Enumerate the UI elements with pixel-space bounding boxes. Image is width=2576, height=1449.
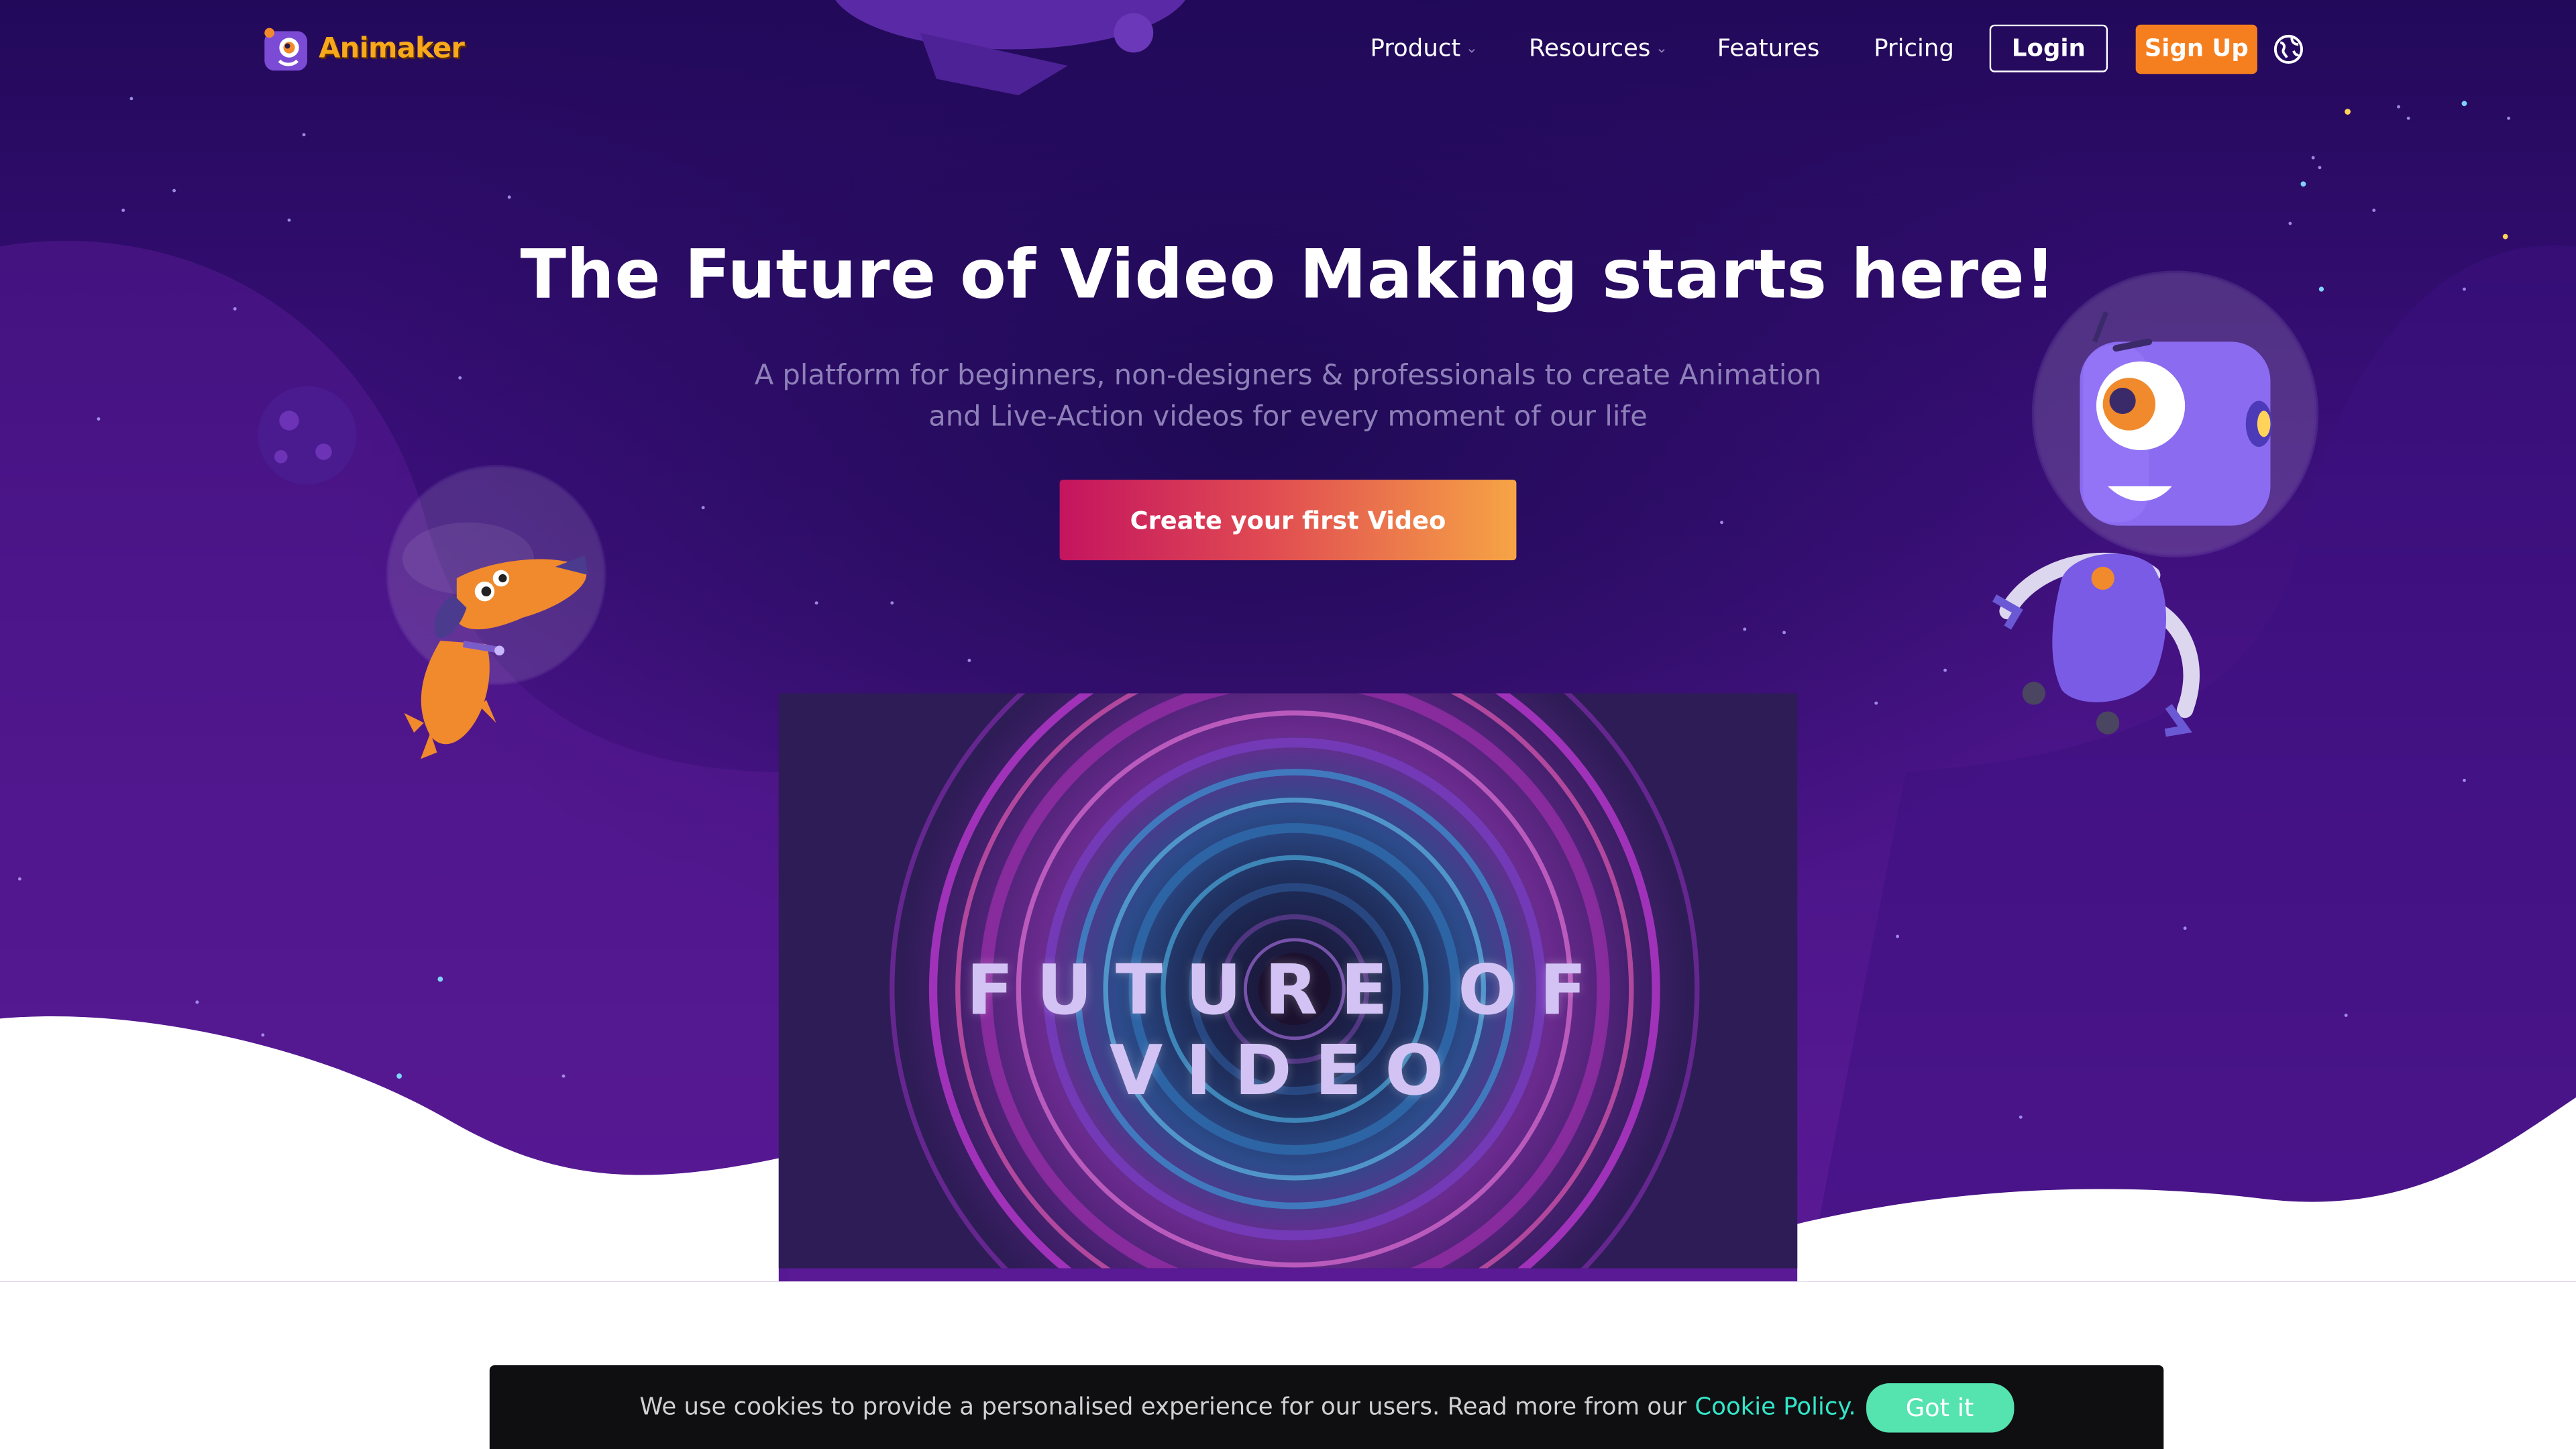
login-button[interactable]: Login	[1989, 24, 2108, 72]
brand-name: Animaker	[319, 32, 465, 66]
signup-button[interactable]: Sign Up	[2135, 24, 2257, 74]
page-subtitle: A platform for beginners, non-designers …	[713, 356, 1863, 438]
create-video-button[interactable]: Create your first Video	[1059, 480, 1517, 561]
cookie-message: We use cookies to provide a personalised…	[639, 1393, 1687, 1421]
cookie-banner: We use cookies to provide a personalised…	[489, 1365, 2164, 1449]
nav-item-product[interactable]: Product ⌄	[1370, 36, 1478, 62]
nav-item-label: Product	[1370, 36, 1461, 63]
page-title: The Future of Video Making starts here!	[520, 235, 2056, 314]
subtitle-line-2: and Live-Action videos for every moment …	[928, 400, 1648, 434]
video-overlay-title: FUTURE OF VIDEO	[966, 949, 1610, 1111]
cookie-policy-link[interactable]: Cookie Policy.	[1695, 1394, 1856, 1420]
top-planet-icon	[835, 0, 1185, 96]
nav-item-label: Pricing	[1874, 36, 1954, 63]
subtitle-line-1: A platform for beginners, non-designers …	[754, 360, 1822, 393]
small-planet-icon	[258, 386, 357, 485]
chevron-down-icon: ⌄	[1465, 41, 1479, 58]
nav-item-label: Features	[1717, 36, 1820, 63]
nav-item-features[interactable]: Features	[1717, 36, 1820, 62]
globe-icon[interactable]	[2272, 33, 2305, 66]
accept-cookies-button[interactable]: Got it	[1866, 1382, 2014, 1432]
brand-logo[interactable]: Animaker	[260, 23, 465, 75]
main-nav: Product ⌄ Resources ⌄ Features Pricing	[1370, 23, 1953, 75]
chevron-down-icon: ⌄	[1655, 41, 1668, 58]
animaker-logo-icon	[264, 28, 307, 71]
nav-item-resources[interactable]: Resources ⌄	[1529, 36, 1668, 62]
nav-item-label: Resources	[1529, 36, 1651, 63]
nav-item-pricing[interactable]: Pricing	[1874, 36, 1954, 62]
